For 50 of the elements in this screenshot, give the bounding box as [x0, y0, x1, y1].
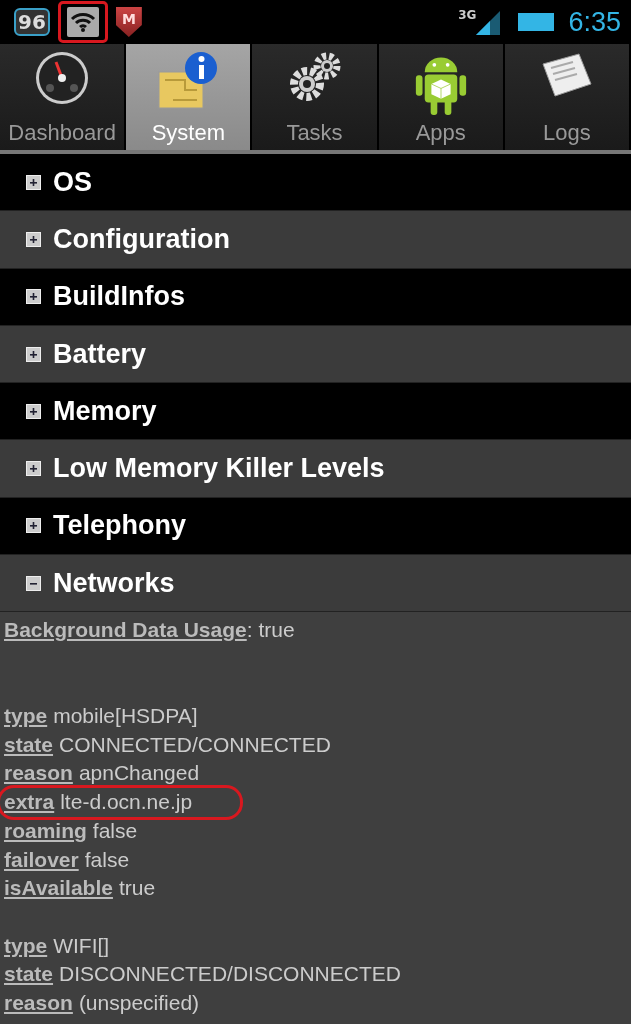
- section-header[interactable]: BuildInfos: [0, 268, 631, 326]
- network-type: 3G: [458, 8, 477, 22]
- section-title: Telephony: [53, 510, 186, 542]
- property-name: reason: [4, 990, 73, 1017]
- property-name: Background Data Usage: [4, 617, 247, 644]
- property-name: type: [4, 703, 48, 730]
- property-name: type: [4, 932, 48, 959]
- property-value: WIFI[]: [53, 932, 110, 959]
- property-value: true: [118, 875, 156, 902]
- section-title: BuildInfos: [53, 281, 185, 313]
- property-value: false: [92, 817, 138, 844]
- property-name: state: [4, 961, 54, 988]
- section-title: Networks: [53, 567, 175, 599]
- tab[interactable]: Tasks: [252, 44, 379, 150]
- property-value: lte-d.ocn.ne.jp: [60, 789, 193, 816]
- property-name: isAvailable: [4, 875, 113, 902]
- section-header[interactable]: Memory: [0, 383, 631, 441]
- tab[interactable]: Apps: [378, 44, 505, 150]
- tab[interactable]: Logs: [504, 44, 631, 150]
- section-header[interactable]: Networks: [0, 555, 631, 613]
- property-name: extra: [4, 789, 55, 816]
- wifi-icon: [66, 7, 99, 37]
- section-title: OS: [53, 166, 92, 198]
- property-value: mobile[HSDPA]: [53, 703, 198, 730]
- section-header[interactable]: OS: [0, 154, 631, 212]
- property-name: roaming: [4, 817, 87, 844]
- property-name: failover: [4, 846, 79, 873]
- property-name: reason: [4, 760, 73, 787]
- property-value: false: [84, 846, 130, 873]
- gauge-icon: [34, 50, 91, 106]
- property-value: (unspecified): [78, 990, 200, 1017]
- notification-badge: 96: [14, 8, 50, 36]
- signal-icon: [474, 9, 501, 35]
- property-value: DISCONNECTED/DISCONNECTED: [59, 961, 401, 988]
- property-value: : true: [246, 617, 295, 644]
- section-title: Configuration: [53, 223, 230, 255]
- section-header[interactable]: Telephony: [0, 497, 631, 556]
- section-title: Memory: [53, 395, 157, 427]
- section-header[interactable]: Low Memory Killer Levels: [0, 440, 631, 498]
- section-title: Battery: [53, 338, 147, 370]
- property-value: CONNECTED/CONNECTED: [59, 731, 331, 758]
- shield-icon: M: [115, 7, 142, 37]
- tab[interactable]: Dashboard: [0, 44, 127, 150]
- clock: 6:35: [568, 6, 621, 38]
- section-header[interactable]: Battery: [0, 325, 631, 384]
- section-header[interactable]: Configuration: [0, 211, 631, 269]
- property-name: state: [4, 731, 54, 758]
- property-value: apnChanged: [78, 760, 200, 787]
- battery-icon: [518, 13, 555, 31]
- section-title: Low Memory Killer Levels: [53, 453, 385, 485]
